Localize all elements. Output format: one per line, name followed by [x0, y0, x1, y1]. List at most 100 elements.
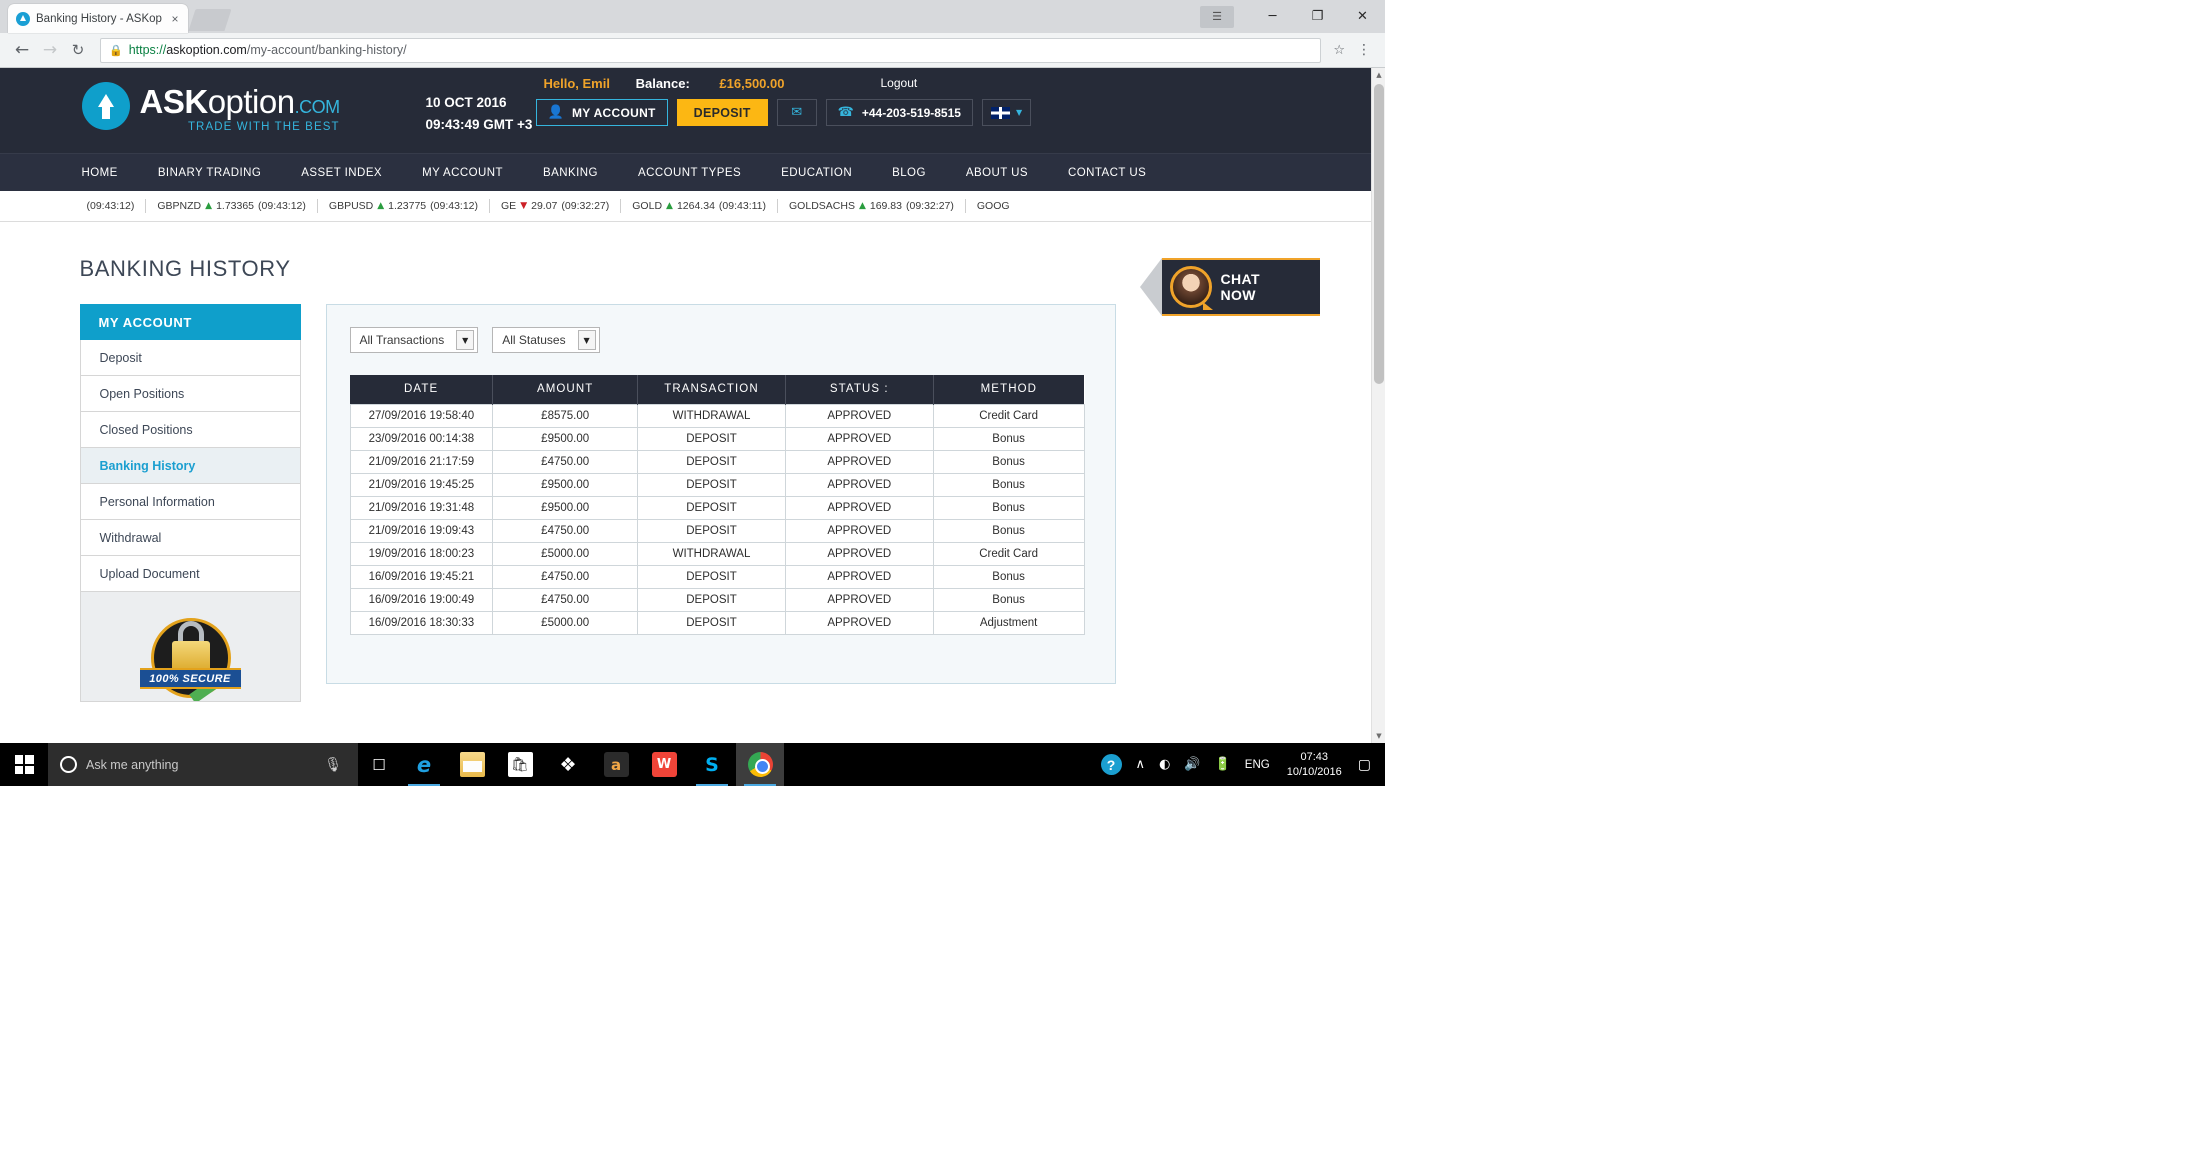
table-cell-transaction: DEPOSIT: [637, 427, 786, 451]
minimize-button[interactable]: ─: [1250, 2, 1295, 32]
table-cell-status: APPROVED: [784, 496, 934, 520]
browser-tab[interactable]: Banking History - ASKop ×: [8, 4, 188, 33]
page-scrollbar[interactable]: ▲ ▼: [1371, 68, 1385, 743]
language-selector[interactable]: ▼: [981, 99, 1032, 126]
show-hidden-icons-button[interactable]: ∧: [1129, 743, 1153, 786]
nav-item-education[interactable]: EDUCATION: [761, 154, 872, 192]
column-header-amount[interactable]: AMOUNT: [492, 375, 639, 404]
scrollbar-thumb[interactable]: [1374, 84, 1384, 384]
statuses-filter-select[interactable]: All Statuses ▼: [492, 327, 600, 353]
chat-now-widget[interactable]: CHAT NOW: [1139, 258, 1320, 316]
taskbar-app-wps-office[interactable]: W: [640, 743, 688, 786]
nav-item-asset-index[interactable]: ASSET INDEX: [281, 154, 402, 192]
arrow-up-icon: ▲: [377, 201, 385, 211]
table-cell-transaction: DEPOSIT: [637, 611, 786, 635]
taskbar-app-dropbox[interactable]: ❖: [544, 743, 592, 786]
nav-item-contact-us[interactable]: CONTACT US: [1048, 154, 1166, 192]
ticker-symbol: GOOG: [976, 200, 1010, 212]
restore-down-icon[interactable]: ☰: [1200, 5, 1234, 28]
transactions-filter-select[interactable]: All Transactions ▼: [349, 327, 479, 353]
scroll-down-icon[interactable]: ▼: [1372, 729, 1385, 743]
taskbar-app-chrome[interactable]: [736, 743, 784, 786]
amazon-icon: a: [603, 752, 629, 777]
taskbar-app-store[interactable]: 🛍: [496, 743, 544, 786]
taskbar-app-amazon[interactable]: a: [592, 743, 640, 786]
taskbar-app-edge[interactable]: e: [400, 743, 448, 786]
deposit-button[interactable]: DEPOSIT: [676, 99, 768, 126]
favicon-icon: [16, 11, 30, 26]
column-header-transaction[interactable]: TRANSACTION: [637, 375, 786, 404]
back-icon[interactable]: ←: [8, 36, 36, 64]
close-window-button[interactable]: ✕: [1340, 2, 1385, 32]
sidebar-item-withdrawal[interactable]: Withdrawal: [79, 520, 301, 556]
nav-item-banking[interactable]: BANKING: [523, 154, 618, 192]
browser-menu-icon[interactable]: ⋮: [1351, 42, 1377, 58]
logout-link[interactable]: Logout: [881, 76, 918, 90]
main-navigation: HOME BINARY TRADING ASSET INDEX MY ACCOUNT B…: [0, 153, 1371, 191]
mail-button[interactable]: ✉: [776, 99, 817, 126]
ticker-time: (09:32:27): [561, 200, 610, 212]
action-center-icon[interactable]: ▢: [1352, 757, 1381, 773]
taskbar-app-file-explorer[interactable]: [448, 743, 496, 786]
table-header-row: DATE AMOUNT TRANSACTION STATUS : METHOD: [350, 375, 1084, 404]
table-cell-status: APPROVED: [784, 542, 934, 566]
battery-icon[interactable]: 🔋: [1208, 743, 1238, 786]
table-row: 21/09/2016 21:17:59 £4750.00 DEPOSIT APPROV…: [349, 450, 1085, 474]
column-header-date[interactable]: DATE: [350, 375, 494, 404]
table-cell-status: APPROVED: [784, 403, 934, 428]
nav-item-home[interactable]: HOME: [76, 154, 138, 192]
server-datetime: 10 OCT 2016 09:43:49 GMT +3: [426, 92, 533, 137]
scroll-up-icon[interactable]: ▲: [1372, 68, 1385, 82]
bookmark-star-icon[interactable]: ☆: [1327, 43, 1351, 58]
site-logo[interactable]: ASKoption.COM TRADE WITH THE BEST: [81, 82, 340, 134]
arrow-down-icon: ▼: [520, 201, 528, 211]
table-cell-date: 16/09/2016 19:45:21: [349, 565, 494, 589]
arrow-up-icon: ▲: [858, 201, 866, 211]
microphone-icon[interactable]: 🎙: [324, 757, 342, 773]
tab-title: Banking History - ASKop: [36, 12, 162, 25]
sidebar-item-personal-information[interactable]: Personal Information: [79, 484, 301, 520]
wifi-icon[interactable]: ◐: [1152, 743, 1177, 786]
sidebar-item-deposit[interactable]: Deposit: [79, 340, 301, 376]
table-cell-amount: £4750.00: [492, 588, 639, 612]
ticker-item: GE ▼ 29.07 (09:32:27): [490, 199, 622, 213]
address-bar[interactable]: 🔒 https:// askoption.com /my-account/ban…: [100, 37, 1322, 63]
table-row: 21/09/2016 19:45:25 £9500.00 DEPOSIT APPROV…: [349, 473, 1085, 497]
nav-item-about-us[interactable]: ABOUT US: [946, 154, 1048, 192]
language-indicator[interactable]: ENG: [1238, 743, 1277, 786]
sidebar-item-upload-document[interactable]: Upload Document: [79, 556, 301, 592]
sidebar-item-banking-history[interactable]: Banking History: [79, 448, 301, 484]
task-view-button[interactable]: ☐: [358, 743, 400, 786]
maximize-button[interactable]: ❐: [1295, 2, 1340, 32]
nav-item-binary-trading[interactable]: BINARY TRADING: [138, 154, 281, 192]
table-cell-status: APPROVED: [784, 519, 934, 543]
ticker-time: (09:43:12): [86, 200, 135, 212]
column-header-status[interactable]: STATUS :: [785, 375, 934, 404]
help-button[interactable]: ?: [1094, 743, 1129, 786]
nav-item-account-types[interactable]: ACCOUNT TYPES: [618, 154, 761, 192]
phone-button[interactable]: ☎ +44-203-519-8515: [825, 99, 973, 126]
volume-icon[interactable]: 🔊: [1177, 743, 1207, 786]
nav-item-my-account[interactable]: MY ACCOUNT: [402, 154, 523, 192]
url-path: /my-account/banking-history/: [246, 43, 407, 57]
skype-icon: S: [705, 753, 719, 776]
column-header-method[interactable]: METHOD: [933, 375, 1084, 404]
clock[interactable]: 07:43 10/10/2016: [1277, 750, 1352, 780]
close-icon[interactable]: ×: [168, 12, 182, 26]
table-cell-method: Bonus: [932, 519, 1085, 543]
nav-item-blog[interactable]: BLOG: [872, 154, 946, 192]
my-account-button[interactable]: 👤 MY ACCOUNT: [535, 99, 668, 126]
sidebar-item-open-positions[interactable]: Open Positions: [79, 376, 301, 412]
agent-avatar: [1169, 266, 1213, 310]
start-button[interactable]: [0, 743, 48, 786]
reload-icon[interactable]: ↻: [64, 36, 92, 64]
account-sidebar: MY ACCOUNT Deposit Open Positions Closed P…: [79, 304, 301, 702]
table-cell-amount: £5000.00: [492, 542, 639, 566]
sidebar-item-closed-positions[interactable]: Closed Positions: [79, 412, 301, 448]
taskbar-app-skype[interactable]: S: [688, 743, 736, 786]
new-tab-button[interactable]: [188, 9, 232, 31]
taskbar-apps: e 🛍 ❖ a W S: [400, 743, 784, 786]
forward-icon[interactable]: →: [36, 36, 64, 64]
phone-icon: ☎: [837, 105, 854, 120]
cortana-search-box[interactable]: Ask me anything 🎙: [48, 743, 358, 786]
